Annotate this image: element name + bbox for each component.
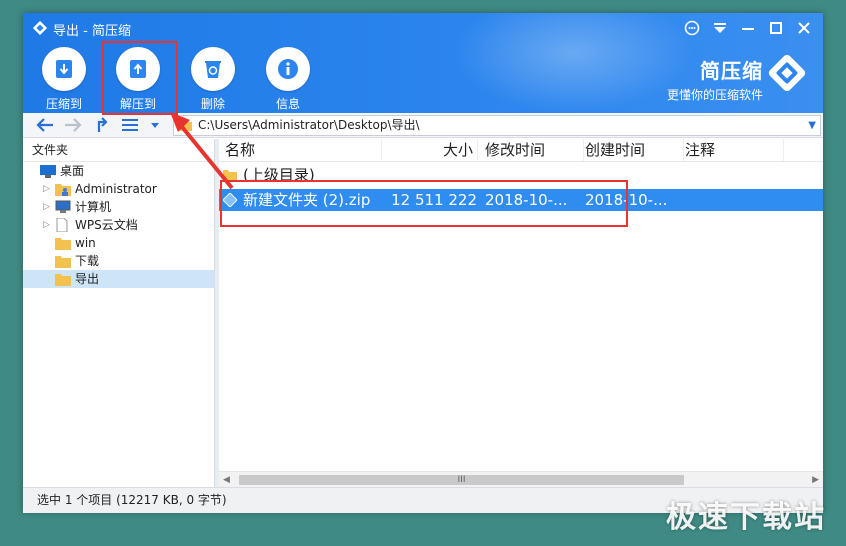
tree-item-win[interactable]: win (23, 234, 214, 252)
info-button[interactable]: 信息 (258, 47, 318, 112)
scroll-right-icon[interactable]: ▶ (812, 472, 819, 488)
brand: 简压缩 更懂你的压缩软件 (667, 55, 763, 103)
tree-item-downloads[interactable]: 下载 (23, 252, 214, 270)
scrollbar-thumb[interactable]: III (239, 475, 684, 485)
document-icon (56, 218, 68, 232)
column-comment[interactable]: 注释 (681, 139, 784, 161)
brand-slogan: 更懂你的压缩软件 (666, 88, 763, 102)
tree-item-label: 桌面 (60, 164, 85, 178)
menu-icon[interactable] (707, 17, 733, 39)
minimize-icon[interactable] (735, 17, 761, 39)
tree-item-label: win (75, 236, 96, 250)
titlebar-decoration (453, 13, 693, 113)
tree-item-label: WPS云文档 (75, 218, 138, 232)
column-name[interactable]: 名称 (219, 139, 382, 161)
expand-arrow-icon[interactable]: ▷ (43, 198, 50, 216)
column-modified[interactable]: 修改时间 (481, 139, 584, 161)
app-logo-icon (33, 21, 47, 35)
back-icon[interactable] (35, 116, 55, 134)
tree-item-wps-cloud[interactable]: ▷ WPS云文档 (23, 216, 214, 234)
maximize-icon[interactable] (763, 17, 789, 39)
brand-name: 简压缩 (700, 59, 763, 83)
horizontal-scrollbar[interactable]: ◀ III ▶ (219, 471, 823, 488)
compress-icon (42, 47, 86, 91)
window-controls (679, 17, 817, 39)
tree-item-computer[interactable]: ▷ 计算机 (23, 198, 214, 216)
view-list-icon[interactable] (121, 116, 139, 134)
folder-icon (55, 256, 71, 268)
address-bar: C:\Users\Administrator\Desktop\导出\ ▼ (23, 113, 823, 138)
info-label: 信息 (275, 97, 300, 111)
info-icon (266, 47, 310, 91)
forward-icon[interactable] (63, 116, 83, 134)
status-text: 选中 1 个项目 (12217 KB, 0 字节) (37, 493, 227, 507)
file-list-header: 名称 大小 修改时间 创建时间 注释 (219, 139, 823, 162)
path-input[interactable]: C:\Users\Administrator\Desktop\导出\ ▼ (173, 115, 821, 136)
recycle-bin-icon (191, 47, 235, 91)
tree-item-label: 下载 (75, 254, 100, 268)
expand-arrow-icon[interactable]: ▷ (43, 180, 50, 198)
tree-item-label: Administrator (75, 182, 157, 196)
compress-to-button[interactable]: 压缩到 (34, 47, 94, 112)
computer-icon (55, 200, 71, 213)
watermark: 极速下载站 (666, 500, 826, 535)
column-size[interactable]: 大小 (381, 139, 478, 161)
feedback-icon[interactable] (679, 17, 705, 39)
annotation-box-file (220, 180, 628, 227)
tree-item-label: 计算机 (75, 200, 112, 214)
user-folder-icon (55, 184, 71, 196)
close-icon[interactable] (791, 17, 817, 39)
desktop-icon (40, 165, 56, 178)
up-level-icon[interactable] (93, 116, 111, 134)
folder-icon (55, 274, 71, 286)
tree-item-label: 导出 (75, 272, 100, 286)
annotation-arrow-icon (170, 112, 234, 190)
window-title: 导出 - 简压缩 (53, 24, 131, 39)
column-created[interactable]: 创建时间 (581, 139, 684, 161)
folder-icon (55, 238, 71, 250)
path-dropdown-icon[interactable]: ▼ (808, 116, 816, 135)
tree-item-export[interactable]: 导出 (23, 270, 214, 288)
compress-to-label: 压缩到 (45, 97, 82, 111)
brand-logo-icon (768, 54, 806, 92)
scroll-left-icon[interactable]: ◀ (223, 472, 230, 488)
expand-arrow-icon[interactable]: ▷ (43, 216, 50, 234)
